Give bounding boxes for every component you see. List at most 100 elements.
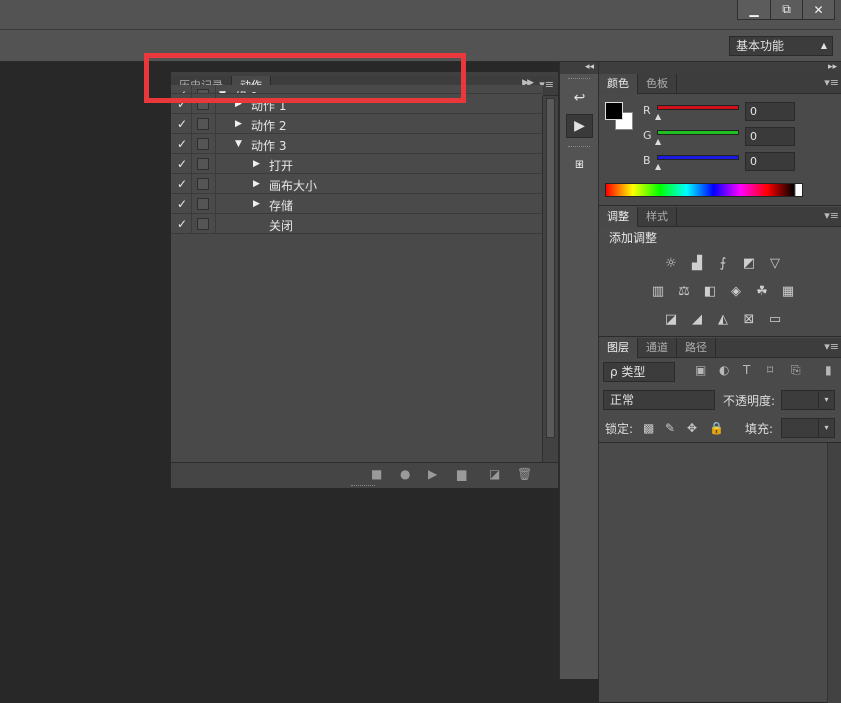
workspace-select[interactable]: 基本功能 ▲ [729, 36, 833, 56]
red-slider[interactable] [657, 105, 739, 110]
panel-menu-icon[interactable]: ▾≡ [824, 340, 839, 353]
posterize-icon[interactable]: ◢ [687, 309, 707, 329]
green-value-field[interactable]: 0 [745, 127, 795, 146]
actions-list: ✓▼组 1✓▶动作 1✓▶动作 2✓▼动作 3✓▶打开✓▶画布大小✓▶存储✓关闭 [171, 85, 543, 234]
minimize-button[interactable]: ▁ [738, 0, 770, 19]
layers-scrollbar[interactable] [827, 443, 841, 703]
tab-channels[interactable]: 通道 [638, 338, 677, 358]
history-panel-icon[interactable]: ↩ [566, 86, 593, 110]
lock-all-icon[interactable]: 🔒 [709, 421, 724, 435]
expand-dock-icon[interactable]: ▸▸ [599, 62, 841, 74]
dialog-toggle-box[interactable] [197, 178, 209, 190]
action-row[interactable]: ✓ ▶ 动作 2 [171, 114, 543, 134]
strip-grip[interactable] [568, 78, 590, 80]
tab-adjustments[interactable]: 调整 [599, 207, 638, 227]
blue-slider[interactable] [657, 155, 739, 160]
action-row[interactable]: ✓ ▼ 动作 3 [171, 134, 543, 154]
tab-styles[interactable]: 样式 [638, 207, 677, 227]
threshold-icon[interactable]: ◭ [713, 309, 733, 329]
dialog-toggle-box[interactable] [197, 198, 209, 210]
green-slider[interactable] [657, 130, 739, 135]
slider-thumb-icon[interactable]: ▲ [655, 162, 661, 171]
red-value-field[interactable]: 0 [745, 102, 795, 121]
shape-filter-icon[interactable]: ⌑ [767, 363, 773, 377]
selective-color-icon[interactable]: ⊠ [739, 309, 759, 329]
image-filter-icon[interactable]: ▣ [695, 363, 706, 377]
expanded-triangle-icon[interactable]: ▼ [235, 139, 242, 149]
hue-saturation-icon[interactable]: ▥ [648, 281, 668, 301]
collapsed-triangle-icon[interactable]: ▶ [235, 119, 242, 129]
record-icon[interactable]: ● [400, 467, 410, 481]
panel-menu-icon[interactable]: ▾≡ [824, 76, 839, 89]
actions-panel-icon[interactable]: ▶ [566, 114, 593, 138]
lock-label: 锁定: [605, 422, 634, 436]
curves-icon[interactable]: ⨍ [713, 253, 733, 273]
actions-scrollbar[interactable] [542, 96, 558, 462]
collapsed-triangle-icon[interactable]: ▶ [253, 179, 260, 189]
toggle-check-icon[interactable]: ✓ [177, 197, 189, 211]
exposure-icon[interactable]: ◩ [739, 253, 759, 273]
new-action-icon[interactable]: ◪ [489, 467, 500, 481]
vibrance-icon[interactable]: ▽ [765, 253, 785, 273]
tab-swatches[interactable]: 色板 [638, 74, 677, 94]
collapse-dock-icon[interactable]: ◂◂ [560, 62, 598, 74]
tab-layers[interactable]: 图层 [599, 338, 638, 358]
toggle-check-icon[interactable]: ✓ [177, 117, 189, 131]
filter-toggle-icon[interactable]: ▮ [825, 363, 832, 377]
lock-image-pixels-icon[interactable]: ✎ [665, 421, 675, 435]
dialog-toggle-box[interactable] [197, 138, 209, 150]
restore-button[interactable]: ⧉ [770, 0, 802, 19]
delete-trash-icon[interactable]: 🗑 [517, 467, 532, 481]
lock-transparent-pixels-icon[interactable]: ▩ [643, 421, 654, 435]
color-spectrum-bar[interactable] [605, 183, 803, 197]
type-filter-icon[interactable]: T [743, 363, 750, 377]
tab-color[interactable]: 颜色 [599, 74, 638, 94]
color-balance-icon[interactable]: ⚖ [674, 281, 694, 301]
collapsed-triangle-icon[interactable]: ▶ [253, 199, 260, 209]
black-white-icon[interactable]: ◧ [700, 281, 720, 301]
action-row[interactable]: ✓ 关闭 [171, 214, 543, 234]
blend-mode-select[interactable]: 正常 [603, 390, 715, 410]
layer-filter-select[interactable]: ρ 类型 [603, 362, 675, 382]
channel-mixer-icon[interactable]: ☘ [752, 281, 772, 301]
dialog-toggle-box[interactable] [197, 218, 209, 230]
lock-position-icon[interactable]: ✥ [687, 421, 697, 435]
action-row[interactable]: ✓ ▶ 存储 [171, 194, 543, 214]
toggle-check-icon[interactable]: ✓ [177, 217, 189, 231]
gradient-map-icon[interactable]: ▭ [765, 309, 785, 329]
new-set-folder-icon[interactable]: ▆ [457, 467, 466, 481]
dialog-toggle-box[interactable] [197, 158, 209, 170]
levels-icon[interactable]: ▟ [687, 253, 707, 273]
dropdown-arrow-icon[interactable]: ▾ [818, 391, 834, 409]
3d-panel-icon[interactable]: ⧆ [566, 152, 593, 176]
action-row[interactable]: ✓ ▶ 画布大小 [171, 174, 543, 194]
brightness-icon[interactable]: ☼ [661, 253, 681, 273]
smart-object-filter-icon[interactable]: ⎘ [791, 363, 801, 378]
dialog-toggle-box[interactable] [197, 118, 209, 130]
toggle-check-icon[interactable]: ✓ [177, 157, 189, 171]
color-lookup-icon[interactable]: ▦ [778, 281, 798, 301]
close-button[interactable]: ✕ [802, 0, 834, 19]
opacity-field[interactable]: ▾ [781, 390, 835, 410]
stop-icon[interactable]: ■ [371, 467, 382, 481]
panel-menu-icon[interactable]: ▾≡ [824, 209, 839, 222]
row-divider [215, 134, 216, 154]
resize-grip[interactable] [351, 485, 375, 489]
adjustment-filter-icon[interactable]: ◐ [719, 363, 729, 377]
scrollbar-thumb[interactable] [546, 98, 555, 438]
photo-filter-icon[interactable]: ◈ [726, 281, 746, 301]
play-icon[interactable]: ▶ [428, 467, 437, 481]
slider-thumb-icon[interactable]: ▲ [655, 137, 661, 146]
fill-field[interactable]: ▾ [781, 418, 835, 438]
foreground-color-swatch[interactable] [605, 102, 623, 120]
dropdown-arrow-icon[interactable]: ▾ [818, 419, 834, 437]
toggle-check-icon[interactable]: ✓ [177, 137, 189, 151]
slider-thumb-icon[interactable]: ▲ [655, 112, 661, 121]
invert-icon[interactable]: ◪ [661, 309, 681, 329]
collapsed-triangle-icon[interactable]: ▶ [253, 159, 260, 169]
toggle-check-icon[interactable]: ✓ [177, 177, 189, 191]
adjustments-panel-tabbar: 调整 样式 ▾≡ [599, 207, 841, 227]
tab-paths[interactable]: 路径 [677, 338, 716, 358]
action-row[interactable]: ✓ ▶ 打开 [171, 154, 543, 174]
blue-value-field[interactable]: 0 [745, 152, 795, 171]
